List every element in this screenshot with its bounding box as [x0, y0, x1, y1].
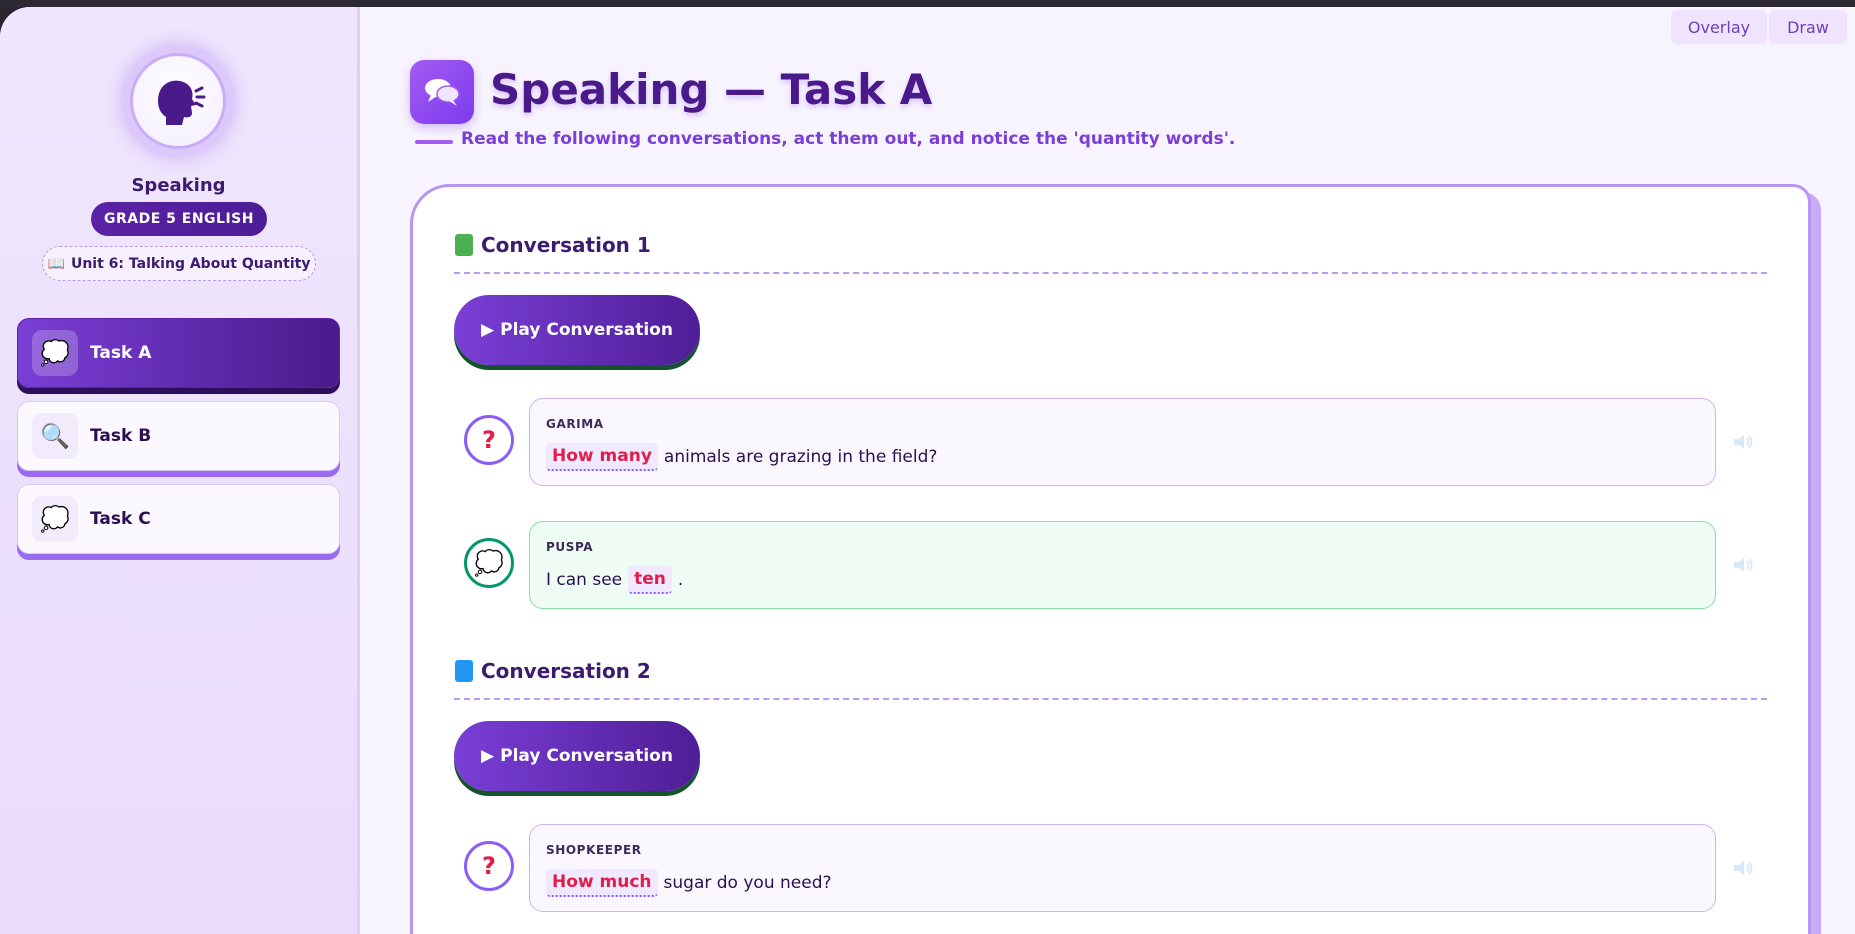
- conversation-title: Conversation 2: [481, 659, 651, 683]
- sidebar-item-label: Task A: [90, 343, 152, 363]
- dialogue-text: How many animals are grazing in the fiel…: [546, 443, 937, 471]
- speaker-name: SHOPKEEPER: [546, 843, 642, 857]
- overlay-button[interactable]: Overlay: [1671, 10, 1767, 44]
- page-title: Speaking — Task A: [490, 65, 933, 114]
- divider: [454, 698, 1767, 700]
- volume-icon[interactable]: [1732, 556, 1754, 574]
- play-label: Play Conversation: [500, 746, 673, 766]
- conversation-1-heading: Conversation 1: [455, 233, 651, 257]
- dialogue-text: I can see ten .: [546, 566, 683, 594]
- thought-bubble-icon: 💭: [32, 496, 78, 542]
- page-subtitle: Read the following conversations, act th…: [461, 129, 1236, 149]
- grade-badge: GRADE 5 ENGLISH: [91, 202, 267, 236]
- draw-button[interactable]: Draw: [1769, 10, 1847, 44]
- quantity-word[interactable]: How much: [546, 869, 658, 897]
- question-mark-icon: ?: [464, 841, 514, 891]
- green-book-icon: [455, 234, 473, 256]
- volume-icon[interactable]: [1732, 859, 1754, 877]
- divider: [454, 272, 1767, 274]
- book-icon: 📖: [47, 255, 65, 272]
- blue-book-icon: [455, 660, 473, 682]
- sidebar-item-task-c[interactable]: 💭 Task C: [17, 484, 340, 554]
- thought-bubble-icon: 💭: [464, 538, 514, 588]
- quantity-word[interactable]: How many: [546, 443, 658, 471]
- sidebar-item-label: Task B: [90, 426, 152, 446]
- dialogue-rest: animals are grazing in the field?: [663, 447, 938, 467]
- sidebar: Speaking GRADE 5 ENGLISH 📖 Unit 6: Talki…: [0, 7, 360, 934]
- dialogue-before: I can see: [546, 570, 623, 590]
- unit-label: Unit 6: Talking About Quantity: [70, 255, 311, 272]
- sidebar-item-label: Task C: [90, 509, 151, 529]
- sidebar-item-task-a[interactable]: 💭 Task A: [17, 318, 340, 388]
- subtitle-accent: [415, 140, 453, 144]
- window-top-bar: [0, 0, 1855, 7]
- play-icon: ▶: [481, 320, 495, 340]
- unit-pill: 📖 Unit 6: Talking About Quantity: [42, 246, 316, 281]
- avatar-ring: [122, 45, 234, 157]
- thought-bubble-icon: 💭: [32, 330, 78, 376]
- dialogue-rest: sugar do you need?: [663, 873, 832, 893]
- speech-bubbles-icon: [410, 60, 474, 124]
- speaking-head-icon: [130, 53, 226, 149]
- conversation-2-heading: Conversation 2: [455, 659, 651, 683]
- play-conversation-1-button[interactable]: ▶ Play Conversation: [454, 295, 700, 365]
- magnifier-icon: 🔍: [32, 413, 78, 459]
- speaker-name: GARIMA: [546, 417, 604, 431]
- sidebar-item-task-b[interactable]: 🔍 Task B: [17, 401, 340, 471]
- play-conversation-2-button[interactable]: ▶ Play Conversation: [454, 721, 700, 791]
- volume-icon[interactable]: [1732, 433, 1754, 451]
- sidebar-title: Speaking: [131, 175, 226, 196]
- quantity-word[interactable]: ten: [628, 566, 672, 594]
- speaker-name: PUSPA: [546, 540, 594, 554]
- dialogue-line: PUSPA I can see ten .: [529, 521, 1716, 609]
- dialogue-text: How much sugar do you need?: [546, 869, 832, 897]
- conversation-title: Conversation 1: [481, 233, 651, 257]
- dialogue-line: GARIMA How many animals are grazing in t…: [529, 398, 1716, 486]
- play-icon: ▶: [481, 746, 495, 766]
- dialogue-rest: .: [677, 570, 684, 590]
- play-label: Play Conversation: [500, 320, 673, 340]
- question-mark-icon: ?: [464, 415, 514, 465]
- dialogue-line: SHOPKEEPER How much sugar do you need?: [529, 824, 1716, 912]
- app-window: Speaking GRADE 5 ENGLISH 📖 Unit 6: Talki…: [0, 7, 1855, 934]
